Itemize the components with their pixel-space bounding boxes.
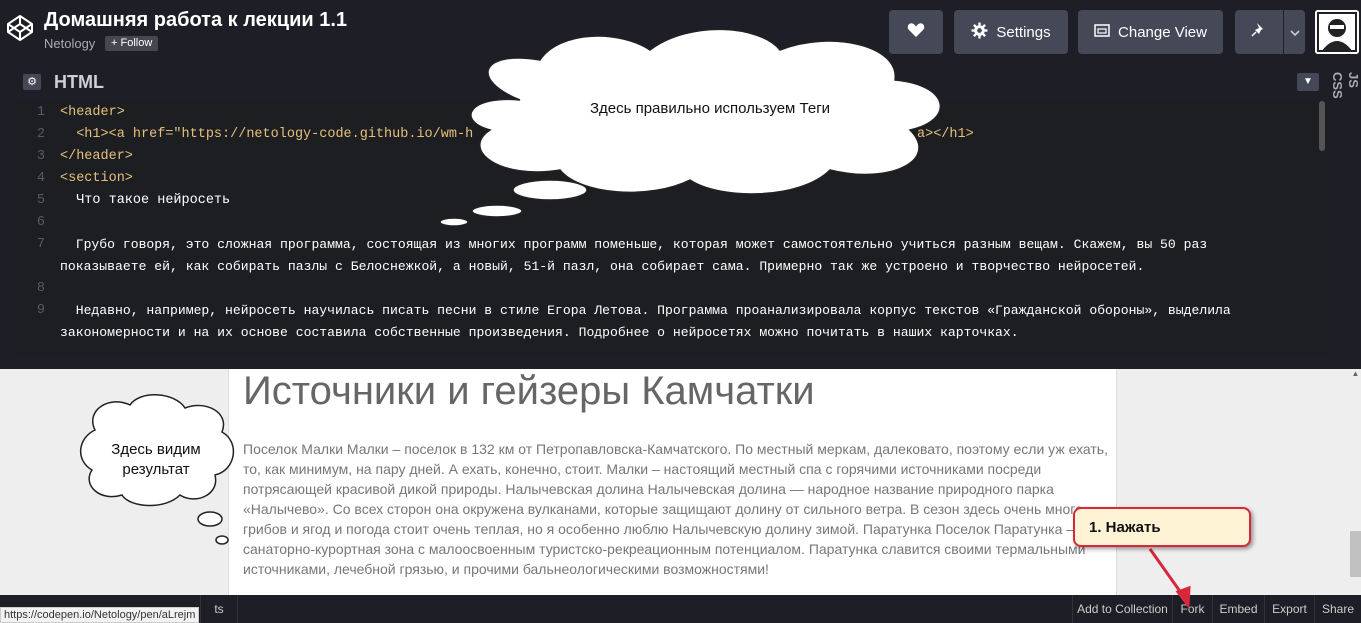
instruction-note: 1. Нажать [1073, 507, 1251, 547]
cloud-left-text: Здесь видим результат [111, 441, 201, 478]
cloud-top-text: Здесь правильно используем Теги [589, 100, 831, 117]
red-arrow [1148, 548, 1191, 610]
thought-cloud-top [439, 28, 941, 227]
